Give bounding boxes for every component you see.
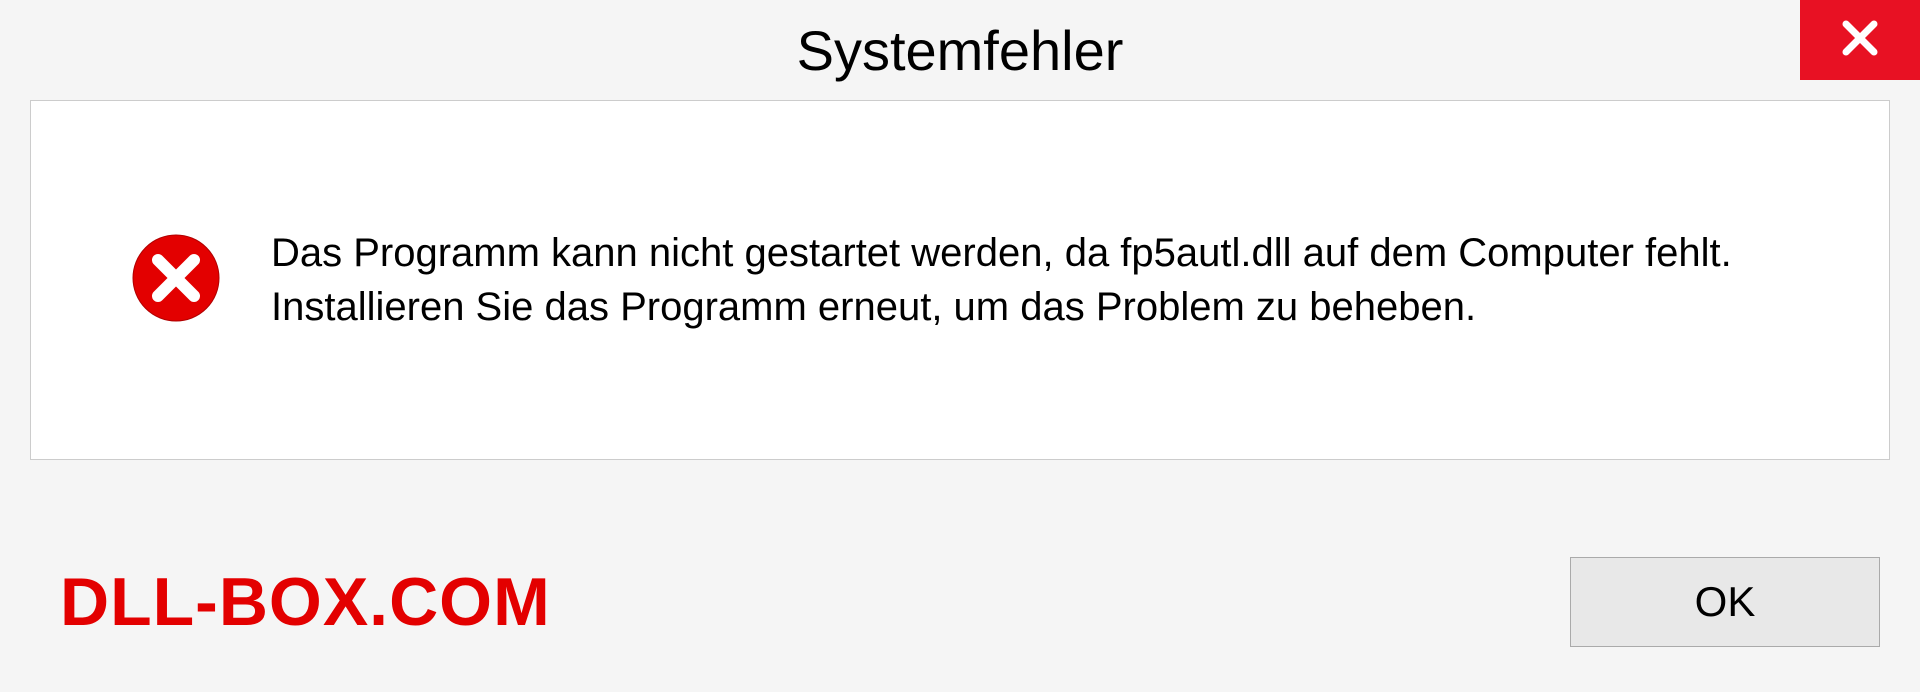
- close-button[interactable]: [1800, 0, 1920, 80]
- watermark-text: DLL-BOX.COM: [60, 563, 551, 641]
- ok-button[interactable]: OK: [1570, 557, 1880, 647]
- dialog-title: Systemfehler: [797, 18, 1124, 83]
- close-icon: [1840, 18, 1880, 63]
- title-bar: Systemfehler: [0, 0, 1920, 100]
- error-icon: [131, 233, 221, 328]
- error-message: Das Programm kann nicht gestartet werden…: [271, 226, 1789, 334]
- footer: DLL-BOX.COM OK: [0, 512, 1920, 692]
- content-area: Das Programm kann nicht gestartet werden…: [30, 100, 1890, 460]
- error-dialog: Systemfehler Das Programm kann nicht ges…: [0, 0, 1920, 692]
